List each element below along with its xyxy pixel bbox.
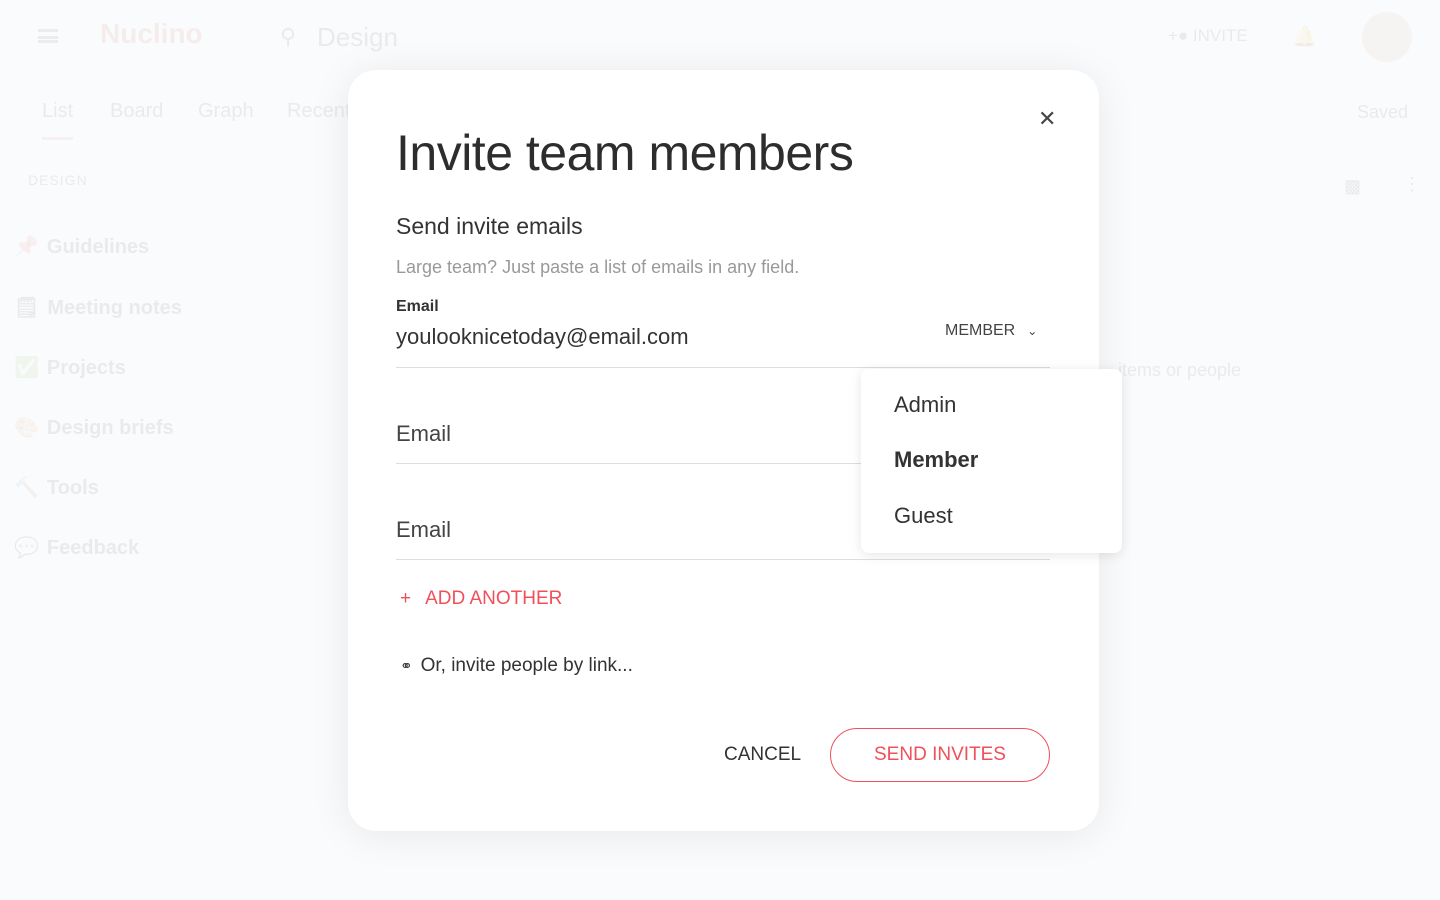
mention-hint: items or people	[1118, 360, 1242, 380]
invite-button[interactable]: +● INVITE	[1168, 26, 1248, 46]
speech-icon: 💬	[14, 537, 39, 559]
sidebar-item[interactable]: 💬 Feedback	[14, 535, 147, 560]
tab-board[interactable]: Board	[110, 100, 163, 123]
notepad-icon: 🗒	[14, 297, 40, 319]
check-icon: ✅	[14, 357, 39, 379]
avatar[interactable]	[1362, 12, 1412, 62]
menu-icon[interactable]	[38, 29, 58, 43]
sidebar-item[interactable]: ✅ Projects	[14, 355, 134, 380]
sidebar-item[interactable]: 🎨 Design briefs	[14, 415, 182, 440]
role-dropdown: Admin Member Guest	[861, 369, 1122, 553]
modal-title: Invite team members	[396, 125, 854, 181]
email-input[interactable]: youlooknicetoday@email.com	[396, 324, 689, 350]
tab-graph[interactable]: Graph	[198, 100, 254, 123]
paste-hint: Large team? Just paste a list of emails …	[396, 257, 800, 277]
plus-icon: +	[400, 588, 412, 609]
close-icon[interactable]: ✕	[1038, 106, 1056, 132]
add-another-button[interactable]: + ADD ANOTHER	[400, 588, 576, 610]
role-option-guest[interactable]: Guest	[894, 503, 953, 529]
bell-icon[interactable]: 🔔	[1292, 24, 1317, 49]
sidebar-item[interactable]: 📌 Guidelines	[14, 234, 157, 259]
cancel-button[interactable]: CANCEL	[724, 744, 801, 766]
role-option-member[interactable]: Member	[894, 447, 978, 473]
role-select[interactable]: MEMBER ⌄	[945, 322, 1037, 340]
section-label: DESIGN	[28, 172, 88, 188]
chevron-down-icon: ⌄	[1027, 324, 1038, 338]
invite-by-link[interactable]: ⚭ Or, invite people by link...	[400, 655, 633, 677]
palette-icon: 🎨	[14, 417, 39, 439]
email-label: Email	[396, 298, 439, 315]
search-icon[interactable]: ⚲	[280, 24, 296, 50]
email-input[interactable]: Email	[396, 517, 451, 543]
hammer-icon: 🔨	[14, 477, 39, 499]
email-input[interactable]: Email	[396, 421, 451, 447]
sidebar-item[interactable]: 🗒 Meeting notes	[14, 295, 190, 320]
role-option-admin[interactable]: Admin	[894, 392, 956, 418]
logo: Nuclino	[100, 18, 203, 49]
modal-subtitle: Send invite emails	[396, 213, 583, 239]
add-person-icon: +●	[1168, 26, 1193, 45]
pin-icon: 📌	[14, 236, 39, 258]
more-icon[interactable]: ⋮	[1403, 174, 1421, 195]
link-icon: ⚭	[400, 658, 413, 675]
comments-icon[interactable]: ▩	[1344, 176, 1361, 197]
tab-list[interactable]: List	[42, 100, 74, 140]
saved-status: Saved	[1357, 102, 1409, 122]
search-text[interactable]: Design	[317, 22, 398, 53]
send-invites-button[interactable]: SEND INVITES	[830, 728, 1050, 782]
sidebar-item[interactable]: 🔨 Tools	[14, 475, 107, 500]
tab-recent[interactable]: Recent	[287, 100, 350, 123]
